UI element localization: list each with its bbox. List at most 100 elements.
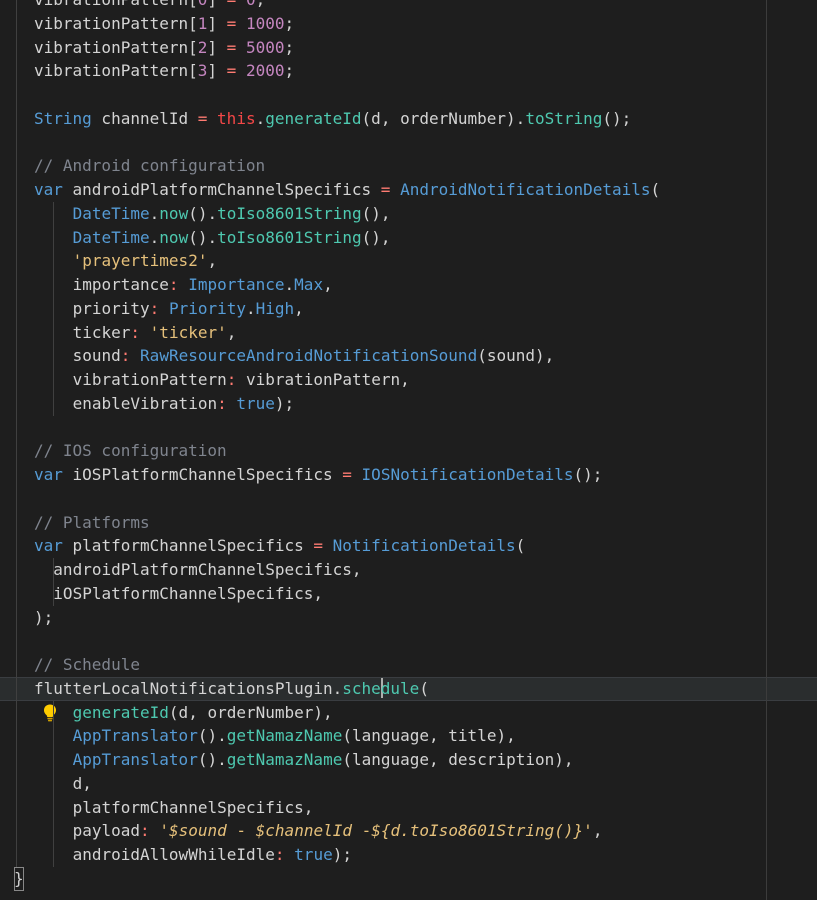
code-token: vibrationPattern <box>34 0 188 9</box>
indent-guide <box>16 320 17 345</box>
code-token: . <box>149 227 160 247</box>
code-token: toIso8601String <box>217 227 362 247</box>
code-text: DateTime.now().toIso8601String(), <box>73 226 391 250</box>
code-text: // Schedule <box>34 653 140 677</box>
indent-guide <box>16 463 17 487</box>
code-line[interactable]: vibrationPattern[0] = 0; <box>0 0 817 12</box>
indent-guide <box>16 344 17 368</box>
indent-guide <box>16 368 17 392</box>
code-line[interactable] <box>0 629 817 653</box>
code-line[interactable] <box>0 83 817 107</box>
code-token: - <box>226 821 256 841</box>
code-token: Priority <box>168 298 246 318</box>
code-token: payload <box>72 821 141 841</box>
code-line-current[interactable]: flutterLocalNotificationsPlugin.schedule… <box>0 676 817 721</box>
code-line[interactable]: ticker: 'ticker', <box>0 320 817 345</box>
code-line[interactable]: priority: Priority.High, <box>0 296 817 321</box>
code-token: AndroidNotificationDetails <box>400 180 651 199</box>
code-token: , <box>226 322 237 342</box>
code-line[interactable] <box>0 486 817 511</box>
indent-guide <box>16 225 17 250</box>
code-token: DateTime <box>72 203 150 223</box>
code-text: String channelId = this.generateId(d, or… <box>34 107 631 131</box>
indent-guide <box>16 83 17 107</box>
code-line[interactable]: var androidPlatformChannelSpecifics = An… <box>0 178 817 202</box>
code-lines[interactable]: vibrationPattern[0] = 0;vibrationPattern… <box>0 0 817 891</box>
code-text: ); <box>34 606 53 630</box>
code-line[interactable]: DateTime.now().toIso8601String(), <box>0 201 817 226</box>
code-line[interactable]: d, <box>0 771 817 796</box>
code-token: DateTime <box>72 227 150 247</box>
code-token: d, <box>72 773 92 793</box>
code-line[interactable]: generateId(d, orderNumber), <box>0 700 817 725</box>
code-line[interactable]: // Android configuration <box>0 154 817 178</box>
code-line[interactable]: String channelId = this.generateId(d, or… <box>0 106 817 131</box>
code-token: androidAllowWhileIdle <box>72 845 275 864</box>
code-token: sound <box>72 346 121 366</box>
code-token: : <box>274 845 285 864</box>
code-line[interactable]: } <box>0 866 817 891</box>
indent-guide <box>53 391 54 416</box>
code-token: toString <box>525 108 603 128</box>
indent-guide <box>53 748 54 772</box>
code-token: ); <box>274 393 295 413</box>
code-line[interactable]: DateTime.now().toIso8601String(), <box>0 225 817 250</box>
code-editor[interactable]: vibrationPattern[0] = 0;vibrationPattern… <box>0 0 817 900</box>
code-line[interactable]: androidAllowWhileIdle: true); <box>0 843 817 867</box>
indent-guide <box>16 439 17 463</box>
code-line[interactable]: AppTranslator().getNamazName(language, t… <box>0 724 817 748</box>
code-text: d, <box>73 772 92 796</box>
indent-guide <box>53 225 54 250</box>
code-token: now <box>159 227 189 247</box>
code-token: : <box>168 275 179 294</box>
code-line[interactable]: importance: Importance.Max, <box>0 273 817 297</box>
code-line[interactable]: // IOS configuration <box>0 439 817 463</box>
code-token: : <box>140 821 150 841</box>
code-line[interactable]: enableVibration: true); <box>0 391 817 416</box>
code-line[interactable]: payload: '$sound - $channelId -${d.toIso… <box>0 819 817 843</box>
indent-guide <box>53 771 54 796</box>
code-line[interactable]: AppTranslator().getNamazName(language, d… <box>0 748 817 772</box>
code-token: platformChannelSpecifics, <box>72 797 314 817</box>
code-token: vibrationPattern <box>34 61 189 81</box>
code-line[interactable]: vibrationPattern[3] = 2000; <box>0 59 817 83</box>
code-line[interactable]: // Schedule <box>0 653 817 677</box>
code-line[interactable]: iOSPlatformChannelSpecifics, <box>0 581 817 606</box>
code-line[interactable]: 'prayertimes2', <box>0 249 817 273</box>
code-line[interactable]: androidPlatformChannelSpecifics, <box>0 558 817 582</box>
indent-guide <box>16 296 17 321</box>
code-token: (sound), <box>477 346 555 366</box>
code-token: ] <box>207 61 227 81</box>
code-line[interactable]: vibrationPattern[1] = 1000; <box>0 11 817 36</box>
code-line[interactable] <box>0 415 817 440</box>
code-line[interactable]: ); <box>0 605 817 630</box>
code-line[interactable]: var iOSPlatformChannelSpecifics = IOSNot… <box>0 463 817 487</box>
indent-guide <box>53 320 54 345</box>
code-token: ] <box>207 0 226 9</box>
code-token: String <box>34 108 92 128</box>
code-line[interactable]: vibrationPattern: vibrationPattern, <box>0 368 817 392</box>
indent-guide <box>53 249 54 273</box>
code-token: [ <box>188 61 198 81</box>
code-token: true <box>236 393 275 413</box>
indent-guide <box>53 724 54 748</box>
code-token: : <box>120 346 131 366</box>
code-token: (). <box>197 750 227 769</box>
indent-guide <box>16 249 17 273</box>
code-token: Max <box>294 275 324 294</box>
code-token: (); <box>602 108 632 128</box>
code-token: var <box>34 536 63 556</box>
code-line[interactable]: // Platforms <box>0 510 817 535</box>
code-line[interactable]: sound: RawResourceAndroidNotificationSou… <box>0 344 817 368</box>
code-line[interactable]: var platformChannelSpecifics = Notificat… <box>0 534 817 558</box>
code-line[interactable]: platformChannelSpecifics, <box>0 795 817 820</box>
code-text: androidAllowWhileIdle: true); <box>73 843 352 867</box>
code-line[interactable]: vibrationPattern[2] = 5000; <box>0 35 817 60</box>
code-line[interactable] <box>0 130 817 155</box>
indent-guide <box>16 558 17 582</box>
lightbulb-icon[interactable] <box>3 679 56 721</box>
